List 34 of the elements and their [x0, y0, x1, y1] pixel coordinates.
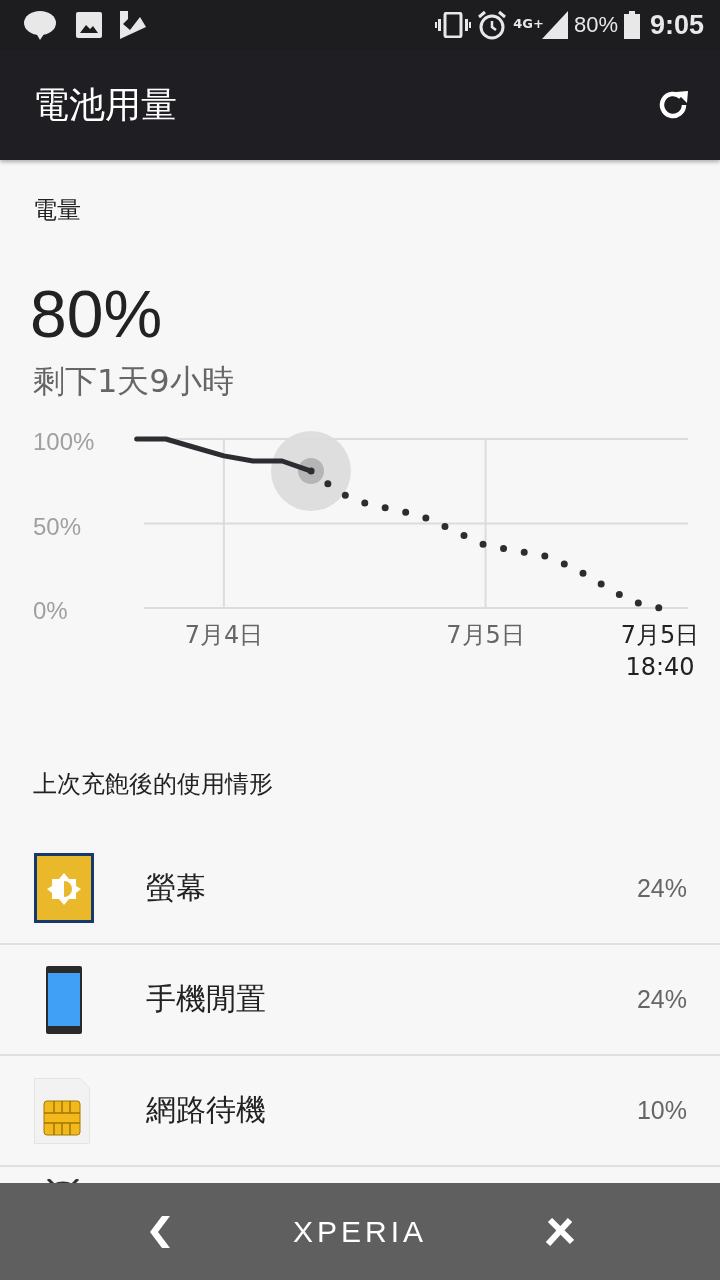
alarm-icon — [477, 10, 508, 40]
signal-icon — [541, 11, 568, 39]
usage-item-name: 手機閒置 — [146, 980, 267, 1018]
x-axis-label: 7月5日 18:40 — [620, 621, 700, 681]
y-axis-label: 100% — [33, 428, 95, 455]
usage-percent: 24% — [636, 985, 687, 1014]
y-axis-label: 50% — [33, 512, 82, 540]
vibrate-icon — [435, 12, 472, 38]
usage-item[interactable]: 螢幕 24% — [0, 834, 720, 945]
y-axis-label: 0% — [33, 597, 68, 624]
x-axis-label: 7月4日 — [184, 621, 264, 649]
usage-item[interactable]: 手機閒置 24% — [0, 945, 720, 1056]
network-type: 4G+ — [513, 15, 544, 31]
battery-percent: 80% — [573, 12, 618, 38]
image-icon — [76, 12, 102, 38]
usage-item[interactable]: 網路待機 10% — [0, 1056, 720, 1167]
battery-level-text: 80% — [29, 276, 164, 353]
usage-percent: 10% — [636, 1096, 687, 1125]
clock: 9:05 — [649, 9, 704, 41]
sim-card-icon — [34, 1077, 90, 1144]
phone-icon — [46, 965, 82, 1034]
screen-title: 電池用量 — [33, 82, 177, 127]
usage-item-name: 螢幕 — [146, 869, 207, 907]
usage-percent: 24% — [636, 874, 687, 903]
usage-item-name: 網路待機 — [146, 1091, 267, 1129]
x-axis-label: 7月5日 — [446, 621, 525, 649]
brand-label: XPERIA — [292, 1214, 427, 1249]
chat-bubble-icon — [22, 10, 58, 40]
time-remaining: 剩下1天9小時 — [32, 361, 235, 402]
section-label: 上次充飽後的使用情形 — [32, 769, 274, 800]
brightness-icon — [34, 852, 94, 925]
section-label: 電量 — [32, 195, 82, 226]
battery-icon — [623, 11, 640, 39]
check-icon — [120, 11, 146, 39]
